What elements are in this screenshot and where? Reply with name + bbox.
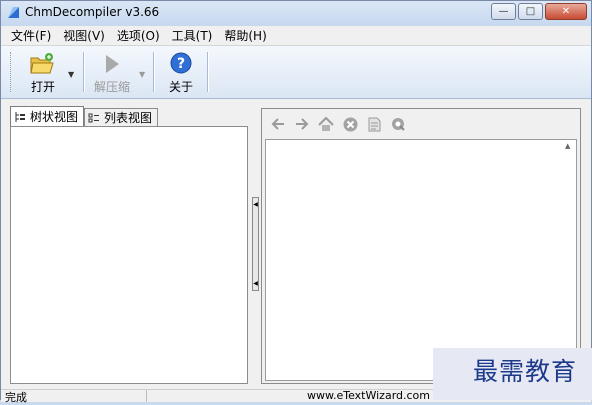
watermark-logo: 最需教育 [473,357,578,386]
open-label: 打开 [30,80,55,94]
tab-tree-view[interactable]: 树状视图 [10,106,85,126]
menu-view[interactable]: 视图(V) [57,27,111,45]
toolbar-separator [83,52,84,92]
home-icon[interactable] [318,116,334,132]
close-button[interactable]: ✕ [545,3,587,20]
browser-nav-bar [262,109,580,139]
help-icon: ? [170,52,192,74]
menu-tools[interactable]: 工具(T) [166,27,219,45]
maximize-button[interactable]: □ [518,3,543,20]
window-title: ChmDecompiler v3.66 [25,5,160,19]
window-controls: — □ ✕ [491,3,587,20]
title-bar[interactable]: ChmDecompiler v3.66 — □ ✕ [1,1,591,27]
menu-options[interactable]: 选项(O) [111,27,166,45]
svg-text:?: ? [177,56,185,72]
page-icon[interactable] [366,116,382,132]
about-button[interactable]: ? 关于 [161,50,201,94]
decompress-dropdown-icon[interactable]: ▼ [139,70,145,79]
decompress-label: 解压缩 [93,80,130,94]
back-arrow-icon[interactable] [270,116,286,132]
app-logo-icon [8,7,19,18]
html-viewer-pane[interactable]: ▲ [265,139,577,381]
status-website: www.eTextWizard.com [307,389,430,402]
app-window: ChmDecompiler v3.66 — □ ✕ 文件(F) 视图(V) 选项… [0,0,592,404]
open-dropdown-icon[interactable]: ▼ [68,70,74,79]
scroll-up-icon[interactable]: ▲ [565,142,570,150]
vertical-scrollbar[interactable]: ▲ [561,140,576,380]
list-view-icon [88,113,100,122]
view-tabs: 树状视图 列表视图 [10,106,159,126]
tab-list-view-label: 列表视图 [104,111,153,125]
decompress-button[interactable]: 解压缩 [89,50,135,94]
toolbar-separator [207,52,208,92]
minimize-button[interactable]: — [491,3,516,20]
status-text: 完成 [5,391,27,404]
folder-open-icon [30,53,54,74]
about-label: 关于 [168,80,193,94]
tab-list-view[interactable]: 列表视图 [84,108,159,126]
toolbar-grip[interactable] [10,52,14,92]
tab-tree-view-label: 树状视图 [30,110,79,124]
collapse-left-icon[interactable]: ◀ [253,280,258,287]
status-divider [146,390,147,402]
menu-help[interactable]: 帮助(H) [218,27,272,45]
open-button[interactable]: 打开 [23,50,63,94]
zoom-icon[interactable] [390,116,406,132]
toolbar: 打开 ▼ 解压缩 ▼ ? 关于 [1,46,591,99]
menu-bar: 文件(F) 视图(V) 选项(O) 工具(T) 帮助(H) [1,26,591,46]
forward-arrow-icon[interactable] [294,116,310,132]
tree-view-pane[interactable] [10,126,248,384]
tree-view-icon [15,111,25,122]
collapse-left-icon[interactable]: ◀ [253,201,258,208]
pane-splitter[interactable]: ◀ ◀ [252,197,259,291]
content-frame: ▲ [261,108,581,384]
menu-file[interactable]: 文件(F) [5,27,57,45]
stop-icon[interactable] [342,116,358,132]
toolbar-separator [153,52,154,92]
play-arrow-icon [106,55,119,73]
